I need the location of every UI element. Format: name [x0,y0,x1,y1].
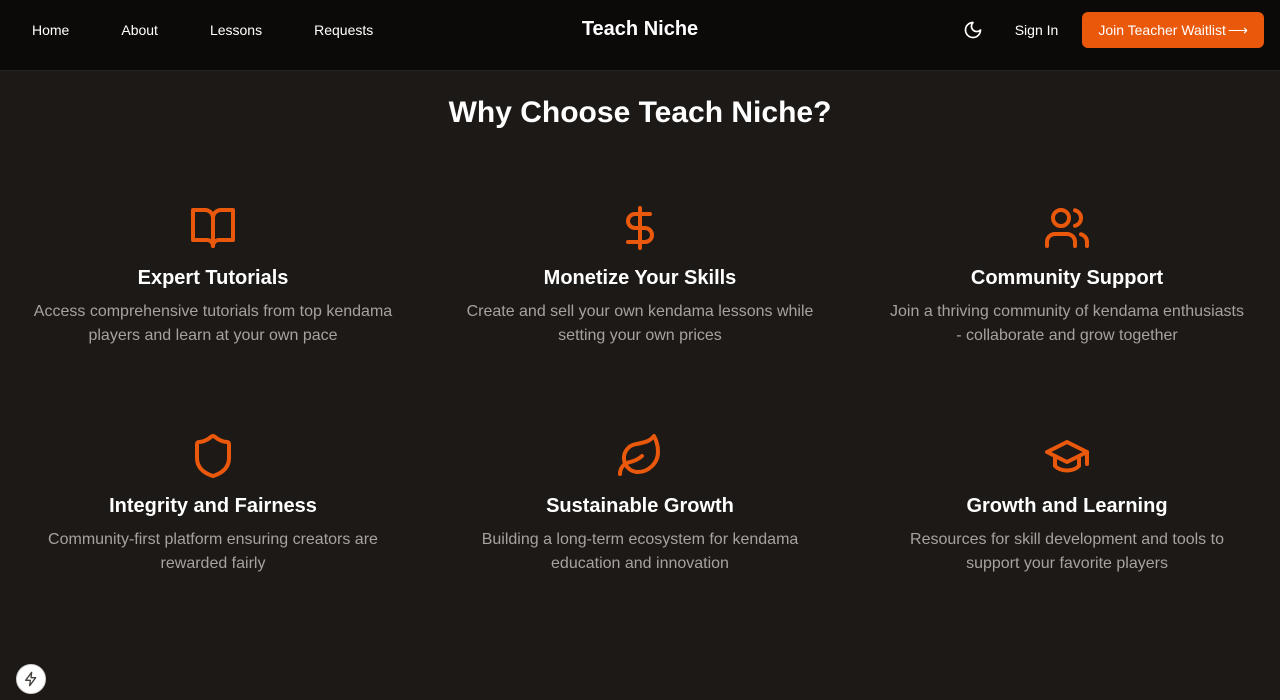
feature-description: Community-first platform ensuring creato… [48,531,378,572]
feature-card-growth-learning: Growth and Learning Resources for skill … [877,432,1257,576]
feature-description: Access comprehensive tutorials from top … [33,303,393,344]
feature-description: Create and sell your own kendama lessons… [466,303,814,344]
feature-title: Monetize Your Skills [543,267,737,289]
users-icon [1045,208,1089,248]
feature-title: Expert Tutorials [137,267,289,289]
features-grid: Expert Tutorials Access comprehensive tu… [0,0,1280,700]
feature-description: Resources for skill development and tool… [910,531,1224,572]
lightning-icon [25,671,37,687]
feature-card-integrity-fairness: Integrity and Fairness Community-first p… [23,432,403,576]
feature-card-expert-tutorials: Expert Tutorials Access comprehensive tu… [23,204,403,348]
graduation-cap-icon [1045,440,1089,473]
shield-icon [195,434,231,479]
feature-card-monetize-skills: Monetize Your Skills Create and sell you… [450,204,830,348]
feature-card-sustainable-growth: Sustainable Growth Building a long-term … [450,432,830,576]
feature-title: Growth and Learning [966,495,1168,517]
leaf-icon [618,434,660,476]
feature-card-community-support: Community Support Join a thriving commun… [877,204,1257,348]
floating-action-button[interactable] [16,664,46,694]
feature-description: Building a long-term ecosystem for kenda… [481,531,799,572]
feature-title: Integrity and Fairness [109,495,317,517]
book-open-icon [191,208,235,248]
dollar-sign-icon [626,206,654,250]
feature-description: Join a thriving community of kendama ent… [890,303,1244,344]
feature-title: Sustainable Growth [546,495,734,517]
feature-title: Community Support [970,267,1164,289]
